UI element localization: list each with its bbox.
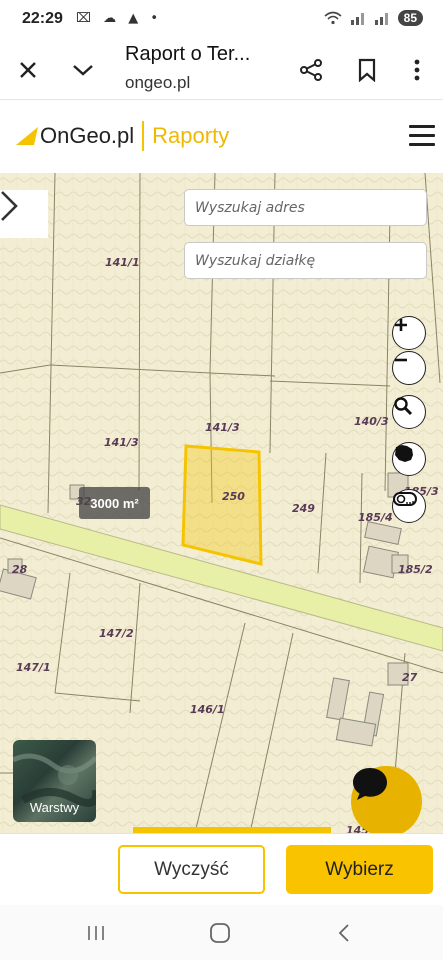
collapse-button[interactable] xyxy=(65,52,101,88)
action-bar: Wyczyść Wybierz xyxy=(0,833,443,905)
search-map-button[interactable] xyxy=(392,395,426,429)
zoom-out-button[interactable] xyxy=(392,351,426,385)
menu-button[interactable] xyxy=(409,125,435,147)
close-icon xyxy=(20,62,36,78)
measure-button[interactable] xyxy=(392,489,426,523)
chevron-right-icon xyxy=(1,191,18,221)
zoom-in-icon xyxy=(395,319,407,331)
system-nav-bar xyxy=(0,905,443,960)
status-time: 22:29 xyxy=(22,10,63,27)
chat-button[interactable] xyxy=(351,766,422,833)
logo-separator xyxy=(142,121,145,151)
parcel-label: 147/1 xyxy=(16,661,51,674)
signal-icon-2 xyxy=(374,13,388,25)
region-map-button[interactable] xyxy=(392,442,426,476)
signal-icon-1 xyxy=(350,13,364,25)
home-icon xyxy=(210,923,230,943)
select-button[interactable]: Wybierz xyxy=(286,845,433,894)
parcel-label: 141/3 xyxy=(205,421,240,434)
browser-toolbar: Raport o Ter... ongeo.pl xyxy=(0,40,443,100)
more-vertical-icon xyxy=(414,59,420,81)
bookmark-icon xyxy=(358,58,376,82)
logo-mark-icon xyxy=(16,127,38,145)
parcel-label: 249 xyxy=(292,502,315,515)
recent-apps-button[interactable] xyxy=(83,920,109,946)
selected-parcel[interactable] xyxy=(181,444,263,566)
parcel-label: 141/1 xyxy=(105,256,140,269)
search-parcel-input[interactable] xyxy=(184,242,427,279)
parcel-label: 27 xyxy=(402,671,418,684)
bookmark-button[interactable] xyxy=(349,52,385,88)
chat-bubble-icon xyxy=(353,768,387,800)
map-view[interactable]: 141/1 141/3 141/3 140/3 250 249 185/4 18… xyxy=(0,173,443,833)
share-button[interactable] xyxy=(293,52,329,88)
logo-subtitle: Raporty xyxy=(152,123,230,148)
menu-icon-bar-1 xyxy=(409,125,435,128)
share-icon xyxy=(300,59,322,81)
site-header: OnGeo.pl Raporty xyxy=(0,101,443,173)
site-logo[interactable]: OnGeo.pl Raporty xyxy=(16,121,229,151)
tab-url[interactable]: ongeo.pl xyxy=(125,73,190,93)
back-button[interactable] xyxy=(331,920,357,946)
status-bar: 22:29 ⌧ ☁ ▲ • 85 xyxy=(0,0,443,40)
recent-apps-icon xyxy=(88,926,104,940)
notification-icons: ⌧ ☁ ▲ • xyxy=(76,11,163,26)
parcel-label: 146/1 xyxy=(190,703,225,716)
parcel-label: 185/4 xyxy=(358,511,393,524)
chevron-down-icon xyxy=(73,65,93,76)
menu-icon-bar-2 xyxy=(409,134,435,137)
back-icon xyxy=(338,924,349,942)
parcel-label: 141/3 xyxy=(104,436,139,449)
close-tab-button[interactable] xyxy=(10,52,46,88)
layers-button[interactable]: Warstwy xyxy=(13,740,96,822)
wifi-icon xyxy=(324,11,342,25)
parcel-label: 250 xyxy=(222,490,245,503)
home-button[interactable] xyxy=(207,920,233,946)
status-right: 85 xyxy=(324,10,423,26)
more-options-button[interactable] xyxy=(399,52,435,88)
open-side-panel-button[interactable] xyxy=(0,190,48,238)
area-measure-label: 3000 m² xyxy=(79,487,150,519)
parcel-label: 185/2 xyxy=(398,563,433,576)
menu-icon-bar-3 xyxy=(409,143,435,146)
clear-button[interactable]: Wyczyść xyxy=(118,845,265,894)
region-map-icon xyxy=(395,445,413,462)
parcel-label: 28 xyxy=(12,563,28,576)
zoom-out-icon xyxy=(395,358,407,362)
search-address-input[interactable] xyxy=(184,189,427,226)
tab-title: Raport o Ter... xyxy=(125,43,251,65)
parcel-label: 147/2 xyxy=(99,627,134,640)
logo-name: OnGeo.pl xyxy=(40,123,135,148)
battery-badge: 85 xyxy=(397,10,423,26)
search-icon xyxy=(394,397,413,416)
parcel-label: 140/3 xyxy=(354,415,389,428)
layers-label: Warstwy xyxy=(29,800,80,815)
measure-tape-icon xyxy=(393,492,417,506)
zoom-in-button[interactable] xyxy=(392,316,426,350)
